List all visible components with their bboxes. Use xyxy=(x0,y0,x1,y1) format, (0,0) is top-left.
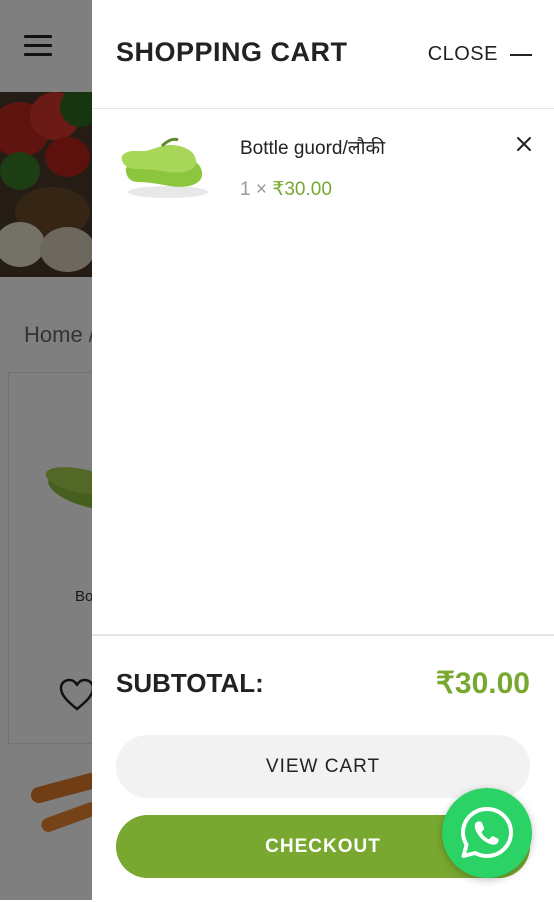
cart-drawer: SHOPPING CART CLOSE Bottle guord/लौकी 1 … xyxy=(92,0,554,900)
whatsapp-chat-button[interactable] xyxy=(442,788,532,878)
close-dash-icon xyxy=(510,53,532,56)
subtotal-value: ₹30.00 xyxy=(435,667,530,700)
cart-item-quantity: 1 xyxy=(240,179,251,200)
cart-item-name[interactable]: Bottle guord/लौकी xyxy=(240,134,385,160)
whatsapp-icon xyxy=(461,807,513,858)
subtotal-label: SUBTOTAL: xyxy=(116,668,264,698)
times-sign: × xyxy=(255,179,267,200)
cart-header: SHOPPING CART CLOSE xyxy=(92,0,554,109)
view-cart-button[interactable]: VIEW CART xyxy=(116,735,530,798)
close-label: CLOSE xyxy=(427,43,498,65)
cart-title: SHOPPING CART xyxy=(116,37,348,67)
bottle-gourd-image[interactable] xyxy=(118,132,210,202)
cart-item: Bottle guord/लौकी 1 × ₹30.00 xyxy=(92,108,554,218)
close-cart-button[interactable]: CLOSE xyxy=(428,43,532,66)
cart-item-price: ₹30.00 xyxy=(272,179,332,200)
close-icon[interactable] xyxy=(514,134,534,154)
cart-item-quantity-price: 1 × ₹30.00 xyxy=(240,178,332,201)
